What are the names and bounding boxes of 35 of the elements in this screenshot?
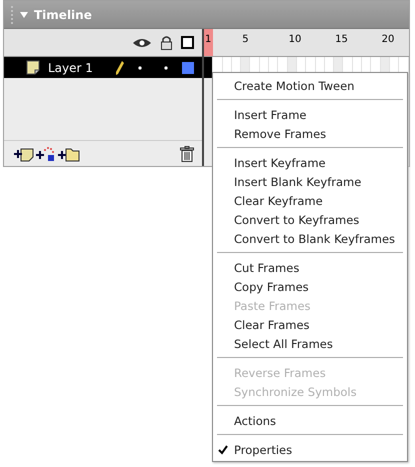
menu-item[interactable]: Cut Frames xyxy=(213,258,407,277)
menu-item[interactable]: Clear Frames xyxy=(213,315,407,334)
menu-item[interactable]: Actions xyxy=(213,411,407,430)
expand-icon[interactable] xyxy=(20,12,28,18)
frame-number: 20 xyxy=(382,34,394,45)
menu-item[interactable]: Select All Frames xyxy=(213,334,407,353)
menu-item[interactable]: Insert Blank Keyframe xyxy=(213,172,407,191)
add-layer-icon[interactable] xyxy=(14,146,34,162)
add-folder-icon[interactable] xyxy=(58,146,80,162)
check-icon xyxy=(218,445,228,455)
menu-item[interactable]: Copy Frames xyxy=(213,277,407,296)
menu-item[interactable]: Remove Frames xyxy=(213,124,407,143)
layer-icon xyxy=(26,60,42,75)
menu-item[interactable]: Insert Keyframe xyxy=(213,153,407,172)
frame-number: 15 xyxy=(335,34,348,45)
layer-name: Layer 1 xyxy=(48,60,94,74)
menu-item[interactable]: Convert to Blank Keyframes xyxy=(213,229,407,248)
trash-icon[interactable] xyxy=(180,146,194,162)
grip-icon[interactable] xyxy=(10,4,14,24)
eye-icon[interactable] xyxy=(132,36,152,48)
menu-item[interactable]: Create Motion Tween xyxy=(213,76,407,95)
panel-title: Timeline xyxy=(34,8,92,22)
menu-item[interactable]: Clear Keyframe xyxy=(213,191,407,210)
layer-row[interactable]: Layer 1 xyxy=(4,57,202,78)
menu-item[interactable]: Properties xyxy=(213,440,407,459)
frame-number: 5 xyxy=(242,34,249,45)
frame-number: 10 xyxy=(288,34,302,45)
add-guide-icon[interactable] xyxy=(36,146,56,162)
menu-item[interactable]: Insert Frame xyxy=(213,105,407,124)
outline-icon[interactable] xyxy=(181,36,194,49)
frame-number: 1 xyxy=(205,34,212,45)
menu-item[interactable]: Convert to Keyframes xyxy=(213,210,407,229)
pencil-icon[interactable] xyxy=(116,60,124,74)
layer-color-icon[interactable] xyxy=(182,62,194,74)
lock-icon[interactable] xyxy=(161,36,172,50)
